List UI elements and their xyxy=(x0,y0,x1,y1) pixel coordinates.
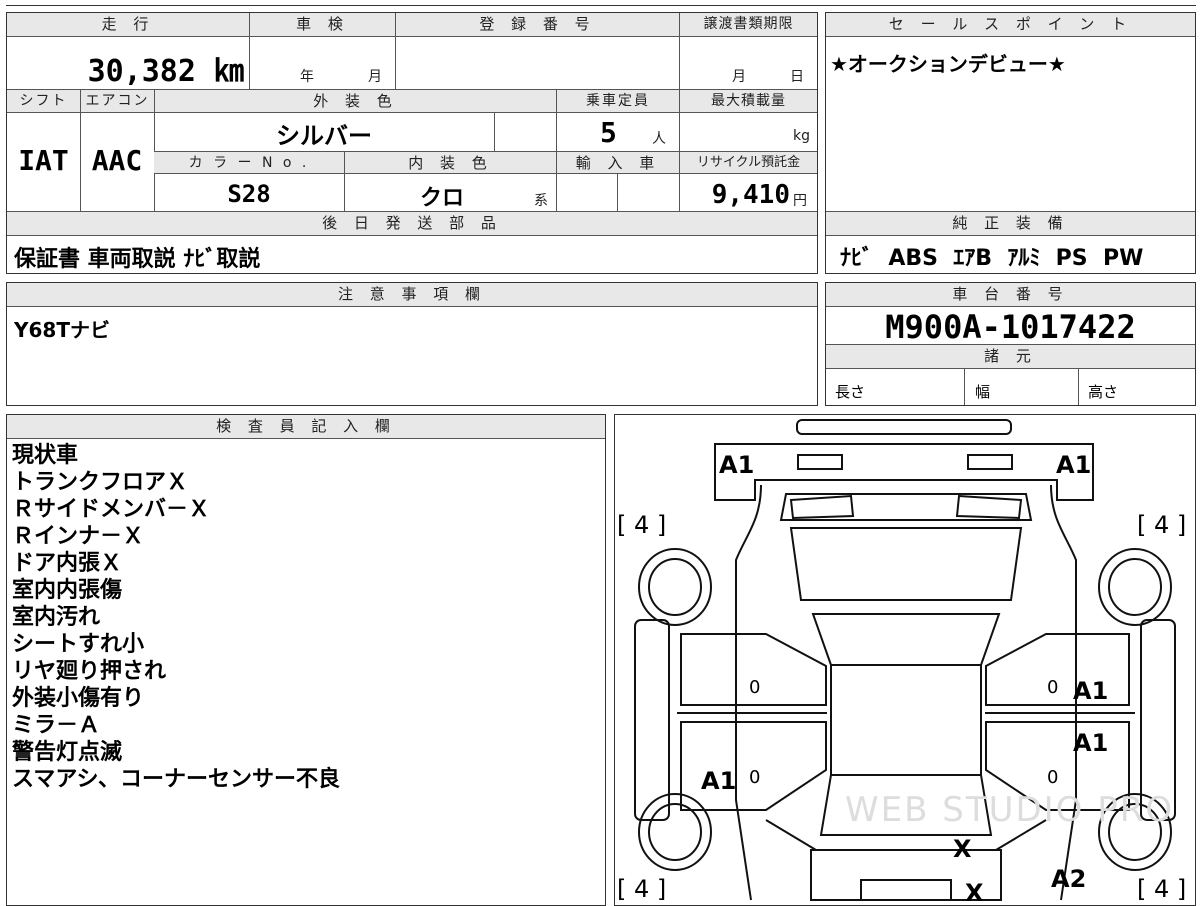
mark-left-rear-door: A1 xyxy=(701,767,737,795)
car-body-diagram xyxy=(634,419,1176,901)
recycle-fee-value: 9,410 xyxy=(711,180,790,210)
mark-front-bumper-left: A1 xyxy=(719,451,755,479)
inspector-line: リヤ廻り押され xyxy=(12,659,167,684)
inspector-line: Ｒインナ－Ｘ xyxy=(12,524,145,549)
interior-color-value: クロ xyxy=(420,186,465,211)
inspector-line: 外装小傷有り xyxy=(12,686,145,711)
specs-header: 諸 元 xyxy=(826,345,1195,369)
transfer-day-label: 日 xyxy=(790,69,807,85)
parts-text: 保証書 車両取説 ﾅﾋﾞ取説 xyxy=(14,247,261,272)
mark-trunk: X xyxy=(953,835,972,863)
tire-bracket-rear-left: [ 4 ] xyxy=(617,875,667,903)
capacity-header-cell: 乗車定員 xyxy=(556,90,679,113)
mark-right-front-door: A1 xyxy=(1073,677,1109,705)
inspector-line: ドア内張Ｘ xyxy=(12,551,123,576)
watermark: WEB STUDIO PRO xyxy=(845,790,1175,830)
inspector-line: 室内汚れ xyxy=(12,605,101,630)
max-load-header-cell: 最大積載量 xyxy=(679,90,817,113)
inspector-line: 警告灯点滅 xyxy=(12,740,123,765)
tire-bracket-front-right: [ 4 ] xyxy=(1137,511,1187,539)
exterior-header-cell: 外 装 色 xyxy=(154,90,556,113)
zero-right-rear: 0 xyxy=(1047,767,1059,788)
notes-text: Y68Tナビ xyxy=(14,318,110,342)
mark-rear-panel: X xyxy=(965,879,984,906)
mark-right-rear-door: A1 xyxy=(1073,729,1109,757)
shaken-month-label: 月 xyxy=(368,69,385,85)
parts-header-cell: 後 日 発 送 部 品 xyxy=(7,212,817,236)
shaken-header-cell: 車 検 xyxy=(249,13,395,37)
zero-right-front: 0 xyxy=(1047,677,1059,698)
mileage-header-cell: 走 行 xyxy=(7,13,249,37)
chassis-header: 車 台 番 号 xyxy=(826,283,1195,307)
transfer-month-label: 月 xyxy=(732,69,749,85)
equipment-header: 純 正 装 備 xyxy=(826,212,1195,236)
max-load-unit: kg xyxy=(793,128,810,144)
spec-length-label: 長さ xyxy=(835,383,866,401)
inspector-line: 室内内張傷 xyxy=(12,578,123,603)
recycle-header-cell: リサイクル預託金 xyxy=(679,152,817,174)
inspector-line: Ｒサイドメンバ－Ｘ xyxy=(12,497,211,522)
exterior-color-value: シルバー xyxy=(276,122,372,150)
sales-point-text: ★オークションデビュー★ xyxy=(830,52,1066,76)
import-header-cell: 輸 入 車 xyxy=(556,152,679,174)
inspector-line: ミラ－Ａ xyxy=(12,713,101,738)
inspector-line: スマアシ、コーナーセンサー不良 xyxy=(12,767,341,792)
top-clipped-strip xyxy=(6,0,1196,6)
notes-header: 注 意 事 項 欄 xyxy=(7,283,817,307)
interior-header-cell: 内 装 色 xyxy=(344,152,556,174)
spec-height-label: 高さ xyxy=(1088,383,1119,401)
mark-right-rear-fender: A2 xyxy=(1051,865,1087,893)
capacity-value: 5 xyxy=(600,116,617,149)
tire-bracket-front-left: [ 4 ] xyxy=(617,511,667,539)
shift-header-cell: シフト xyxy=(7,90,80,113)
shift-value: IAT xyxy=(18,144,69,177)
color-no-value: S28 xyxy=(227,180,271,208)
inspector-line: 現状車 xyxy=(12,443,79,468)
inspector-lines: 現状車 トランクフロアＸ Ｒサイドメンバ－Ｘ Ｒインナ－Ｘ ドア内張Ｘ 室内内張… xyxy=(12,442,602,793)
recycle-unit: 円 xyxy=(793,193,807,209)
mark-front-bumper-right: A1 xyxy=(1056,451,1092,479)
sales-point-header: セ ー ル ス ポ イ ン ト xyxy=(826,13,1195,37)
inspector-line: シートすれ小 xyxy=(12,632,145,657)
transfer-header-cell: 譲渡書類期限 xyxy=(679,13,817,37)
inspector-line: トランクフロアＸ xyxy=(12,470,189,495)
registration-header-cell: 登 録 番 号 xyxy=(395,13,679,37)
ac-value: AAC xyxy=(91,144,143,177)
zero-left-front: 0 xyxy=(749,677,761,698)
inspector-header: 検 査 員 記 入 欄 xyxy=(7,415,605,439)
spec-width-label: 幅 xyxy=(975,383,991,401)
chassis-number: M900A-1017422 xyxy=(885,308,1136,346)
ac-header-cell: エアコン xyxy=(80,90,154,113)
tire-bracket-rear-right: [ 4 ] xyxy=(1137,875,1187,903)
car-diagram-box: WEB STUDIO PRO [ 4 ] [ 4 ] [ 4 ] [ 4 ] A… xyxy=(614,414,1196,906)
mileage-value: 30,382 ㎞ xyxy=(87,54,244,89)
color-no-header-cell: カ ラ ー N o . xyxy=(154,152,344,174)
zero-left-rear: 0 xyxy=(749,767,761,788)
capacity-unit: 人 xyxy=(652,131,669,147)
equipment-text: ﾅﾋﾞ ABS ｴｱB ｱﾙﾐ PS PW xyxy=(840,246,1144,271)
shaken-year-label: 年 xyxy=(300,69,317,85)
interior-suffix: 系 xyxy=(534,193,551,209)
